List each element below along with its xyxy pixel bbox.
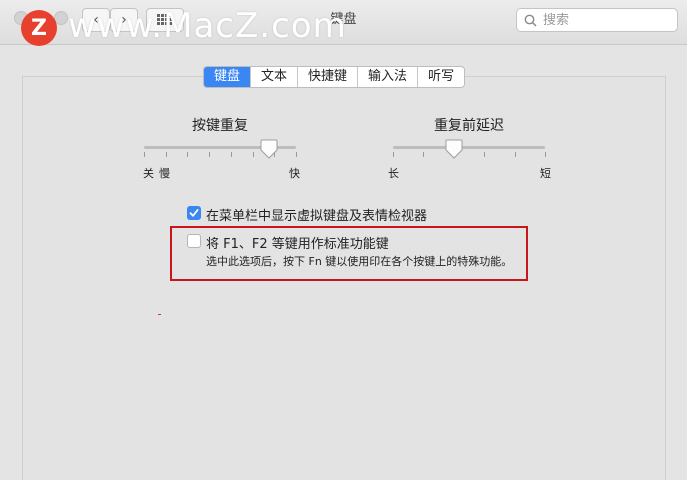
tab-bar: 键盘 文本 快捷键 输入法 听写: [203, 66, 466, 88]
key-repeat-tick: [296, 152, 297, 157]
tab-shortcuts[interactable]: 快捷键: [298, 67, 359, 87]
key-repeat-off-label: 关: [143, 167, 154, 180]
delay-thumb[interactable]: [445, 139, 463, 163]
delay-track[interactable]: [393, 146, 545, 149]
delay-until-repeat-title: 重复前延迟: [434, 118, 504, 134]
show-viewer-checkbox[interactable]: [187, 206, 201, 220]
key-repeat-slow-label: 慢: [159, 167, 170, 180]
key-repeat-title: 按键重复: [192, 118, 248, 134]
key-repeat-tick: [252, 152, 254, 157]
tab-keyboard[interactable]: 键盘: [204, 67, 252, 87]
key-repeat-tick: [209, 152, 211, 157]
delay-short-label: 短: [540, 167, 551, 180]
key-repeat-tick: [187, 152, 189, 157]
key-repeat-thumb[interactable]: [260, 139, 278, 163]
delay-tick: [423, 152, 425, 157]
tab-dictation[interactable]: 听写: [418, 67, 464, 87]
checkmark-icon: [189, 209, 199, 217]
key-repeat-tick: [144, 152, 145, 157]
key-repeat-fast-label: 快: [289, 167, 300, 180]
key-repeat-tick: [165, 152, 167, 157]
tab-input-sources[interactable]: 输入法: [358, 67, 419, 87]
fn-keys-label: 将 F1、F2 等键用作标准功能键: [206, 237, 389, 252]
search-icon: [524, 14, 537, 27]
delay-tick: [545, 152, 546, 157]
key-repeat-tick: [230, 152, 232, 157]
fn-keys-description: 选中此选项后，按下 Fn 键以使用印在各个按键上的特殊功能。: [206, 255, 513, 268]
delay-tick: [393, 152, 394, 157]
watermark-text: www.MacZ.com: [68, 6, 347, 46]
stray-mark: [158, 314, 161, 315]
search-field[interactable]: [516, 8, 678, 32]
fn-keys-checkbox[interactable]: [187, 234, 201, 248]
search-input[interactable]: [541, 11, 665, 29]
tab-text[interactable]: 文本: [251, 67, 299, 87]
show-viewer-label: 在菜单栏中显示虚拟键盘及表情检视器: [206, 209, 428, 224]
delay-tick: [484, 152, 486, 157]
delay-tick: [514, 152, 516, 157]
brand-logo: Z: [21, 10, 57, 46]
delay-long-label: 长: [388, 167, 399, 180]
